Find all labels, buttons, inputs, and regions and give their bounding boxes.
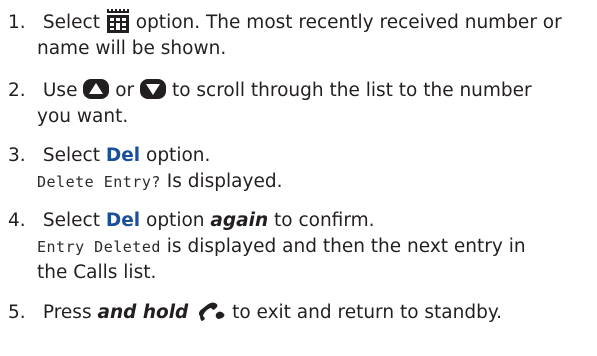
step-text: or [115,80,135,101]
step-text: Is displayed. [166,171,283,192]
step-text: option. The most recently received numbe… [135,12,562,33]
end-call-icon [194,299,226,323]
step-4-line-2: Entry Deleted is displayed and then the … [8,234,593,260]
step-text: to scroll through the list to the number [171,80,532,101]
step-number: 4. [8,210,26,231]
step-5: 5. Press and hold to exit and return to … [8,300,593,326]
step-text: to exit and return to standby. [232,302,503,323]
step-text: is displayed and then the next entry in [166,236,526,257]
step-number: 2. [8,80,26,101]
display-text: Delete Entry? [37,173,161,191]
step-text: to confirm. [274,210,375,231]
emphasis-text: again [210,210,269,231]
step-4: 4. Select Del option again to confirm. E… [8,208,593,286]
del-option-label: Del [105,145,141,166]
down-arrow-icon [140,79,167,99]
step-1: 1. Select option. The most recently rece… [8,8,593,62]
step-text: Use [42,80,78,101]
step-number: 1. [8,12,26,33]
step-3-line-2: Delete Entry? Is displayed. [8,169,593,195]
up-arrow-icon [83,79,110,99]
step-4-line-1: 4. Select Del option again to confirm. [8,208,593,234]
step-text: Select [42,210,100,231]
step-number: 5. [8,302,26,323]
step-1-line-2: name will be shown. [37,38,227,59]
step-5-line-1: 5. Press and hold to exit and return to … [8,300,593,326]
step-number: 3. [8,145,26,166]
step-4-line-3: the Calls list. [37,262,157,283]
step-3-line-1: 3. Select Del option. [8,143,593,169]
display-text: Entry Deleted [37,238,161,256]
step-2: 2. Use or to scroll through the list to … [8,78,593,130]
calls-list-icon [106,8,130,34]
step-2-line-1: 2. Use or to scroll through the list to … [8,78,593,104]
step-text: Select [42,12,100,33]
instruction-steps: 1. Select option. The most recently rece… [0,0,597,356]
del-option-label: Del [105,210,141,231]
step-1-line-1: 1. Select option. The most recently rece… [8,8,593,36]
step-text: option. [146,145,211,166]
step-text: option [146,210,205,231]
step-3: 3. Select Del option. Delete Entry? Is d… [8,143,593,195]
step-2-line-2: you want. [37,106,129,127]
step-text: Press [42,302,92,323]
emphasis-text: and hold [97,302,189,323]
step-text: Select [42,145,100,166]
